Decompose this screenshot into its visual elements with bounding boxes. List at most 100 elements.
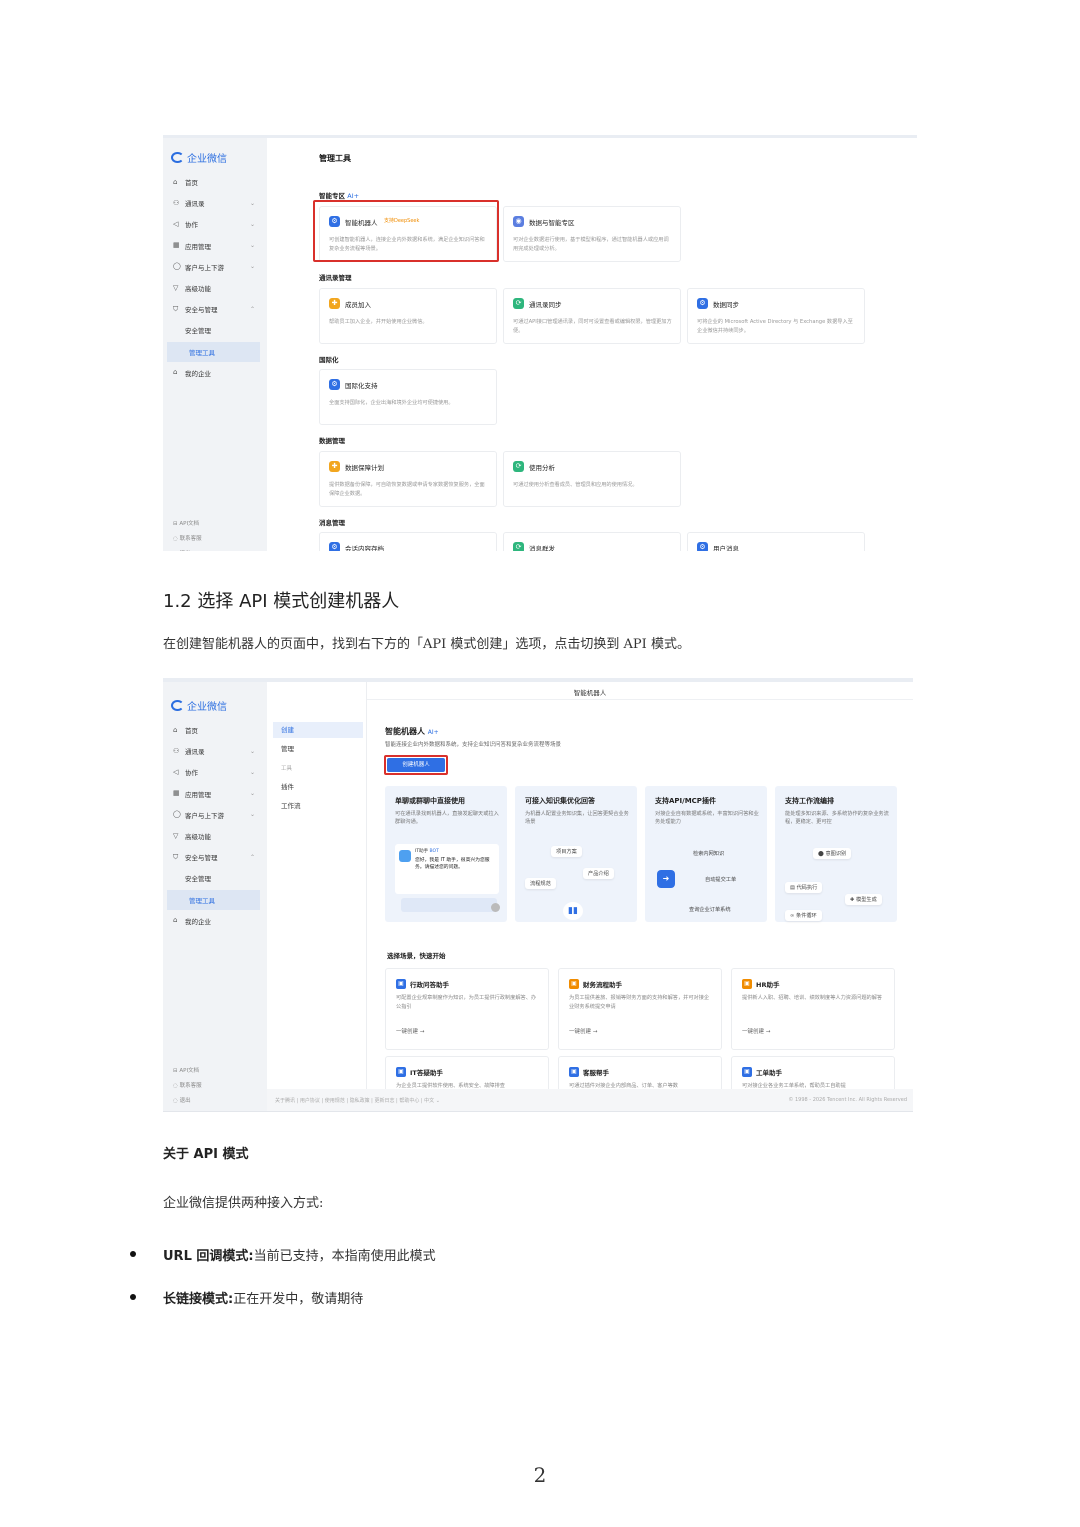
menu-workflow[interactable]: 工作流 (273, 798, 363, 814)
template-icon: ▣ (396, 1067, 406, 1077)
plugin-icon: ➜ (657, 870, 675, 888)
one-click-create-link[interactable]: 一键创建 → (742, 1027, 770, 1035)
chevron-icon: ⌄ (249, 220, 255, 228)
page-title: 管理工具 (319, 154, 351, 163)
tool-card[interactable]: ◉ 数据与智能专区 可对企业数据进行使用，基于模型和程序，通过智能机器人或应用调用完… (503, 206, 681, 262)
feature-card-knowledge: 可接入知识集优化回答 为机器人配置业务知识集，让回答更契合业务场景 项目方案 产… (515, 786, 637, 922)
sidebar-item[interactable]: ◯ 客户与上下游 ⌄ (163, 805, 267, 825)
kb-pill: 项目方案 (551, 846, 582, 857)
card-title: 数据同步 (713, 301, 739, 309)
nav-icon: ⚇ (173, 198, 180, 207)
sidebar-item[interactable]: ◁ 协作 ⌄ (163, 214, 267, 234)
sidebar-item[interactable]: ▽ 高级功能 (163, 278, 267, 298)
sidebar-item[interactable]: ▽ 高级功能 (163, 826, 267, 846)
card-desc: 可对企业数据进行使用，基于模型和程序，通过智能机器人或应用调用完成处理或分析。 (513, 237, 669, 252)
chart-icon: ⟳ (513, 461, 524, 472)
tool-card[interactable]: ⚙ 国际化支持全面支持国际化，企业出海和境外企业均可便捷使用。 (319, 369, 497, 425)
sidebar-item[interactable]: ▦ 应用管理 ⌄ (163, 236, 267, 256)
one-click-create-link[interactable]: 一键创建 → (396, 1027, 424, 1035)
bullet-dot (130, 1251, 136, 1257)
sidebar-item-label: 安全管理 (185, 875, 211, 884)
globe-icon: ⚙ (329, 379, 340, 390)
sidebar-item-label: 安全管理 (185, 327, 211, 336)
menu-create[interactable]: 创建 (273, 722, 363, 738)
sidebar-item[interactable]: ◁ 协作 ⌄ (163, 762, 267, 782)
nav-icon: ⚇ (173, 746, 180, 755)
tool-card[interactable]: ⚙ 数据同步 可将企业的 Microsoft Active Directory 与 … (687, 288, 865, 344)
scene-template-card[interactable]: ▣ HR助手 提供新人入职、招聘、培训、绩效制度等人力资源问题的解答 一键创建 → (731, 968, 895, 1050)
logo: 企业微信 (171, 698, 227, 713)
sidebar-item[interactable]: 管理工具 (167, 341, 260, 362)
sidebar-item[interactable]: ⚇ 通讯录 ⌄ (163, 741, 267, 761)
chat-input-bar (401, 898, 497, 912)
tool-card[interactable]: ⟳ 通讯录同步 可通过API接口管理通讯录，同时可设置查看或编辑权限，管理更加方便。 (503, 288, 681, 344)
sidebar-item-label: 通讯录 (185, 200, 205, 209)
api-docs-link[interactable]: ⊟ API文档 (173, 519, 199, 527)
screenshot-admin-tools: 企业微信 ⌂ 首页 ⚇ 通讯录 ⌄ ◁ 协作 ⌄ ▦ 应用管理 ⌄ ◯ 客户与上下游 ⌄ ▽ 高级功能 ⛉ 安全与… (163, 135, 917, 551)
nav-icon: ◁ (173, 767, 179, 776)
sidebar-item[interactable]: ⌂ 我的企业 (163, 911, 267, 931)
user-avatar (491, 903, 500, 912)
sidebar-item[interactable]: ⛉ 安全与管理 ⌃ (163, 299, 267, 319)
tool-card[interactable]: ⟳ 使用分析 可通过使用分析查看成员、管理员和应用的使用情况。 (503, 451, 681, 507)
bullet-item: 长链接模式:正在开发中，敬请期待 (163, 1292, 364, 1307)
nav-icon: ⌂ (173, 368, 178, 377)
card-desc: 全面支持国际化，企业出海和境外企业均可便捷使用。 (329, 400, 454, 406)
logout-link[interactable]: ◌ 退出 (173, 549, 191, 551)
card-title: 数据保障计划 (345, 464, 384, 472)
tool-card[interactable]: ✚ 数据保障计划 提供数据备份保障，可自助恢复数据或申请专家数据恢复服务，全面保障企… (319, 451, 497, 507)
card-title: 数据与智能专区 (529, 219, 575, 227)
footer-links[interactable]: 关于腾讯 | 用户协议 | 使用规范 | 隐私政策 | 更新日志 | 帮助中心 … (275, 1097, 440, 1104)
sidebar-item[interactable]: ⌂ 首页 (163, 172, 267, 192)
tool-card[interactable]: ⚙ 会话内容存档 (319, 532, 497, 551)
menu-manage[interactable]: 管理 (273, 741, 363, 757)
wecom-logo-icon (171, 152, 184, 163)
sidebar-item[interactable]: ◯ 客户与上下游 ⌄ (163, 257, 267, 277)
nav-icon: ⌂ (173, 177, 178, 186)
nav-icon: ⛉ (173, 852, 179, 861)
feature-card-api: 支持API/MCP插件 对接企业自有数据或系统，丰富知识问答和业务处理能力 ➜ … (645, 786, 767, 922)
sidebar-item-label: 客户与上下游 (185, 811, 224, 820)
tool-card[interactable]: ✚ 成员加入 帮助员工加入企业，并开始使用企业微信。 (319, 288, 497, 344)
sidebar-item-label: 我的企业 (185, 369, 211, 378)
sidebar-item[interactable]: 安全管理 (163, 320, 267, 340)
tool-card[interactable]: ⟳ 消息群发 (503, 532, 681, 551)
bot-avatar-icon (399, 850, 411, 862)
copyright: © 1998 - 2026 Tencent Inc. All Rights Re… (788, 1097, 907, 1103)
logo: 企业微信 (171, 150, 227, 165)
sidebar-item[interactable]: ⌂ 我的企业 (163, 363, 267, 383)
menu-plugins[interactable]: 插件 (273, 779, 363, 795)
one-click-create-link[interactable]: 一键创建 → (569, 1027, 597, 1035)
sidebar-item[interactable]: 管理工具 (167, 889, 260, 910)
tool-card[interactable]: ⚙ 用户消息 (687, 532, 865, 551)
chevron-icon: ⌄ (249, 790, 255, 798)
chevron-icon: ⌄ (249, 199, 255, 207)
scene-template-card[interactable]: ▣ 行政问答助手 可配置企业规章制度作为知识，为员工提供行政制度解答、办公指引 一键创… (385, 968, 549, 1050)
sidebar-item-label: 高级功能 (185, 833, 211, 841)
api-docs-link[interactable]: ⊟ API文档 (173, 1066, 199, 1074)
template-title: 工单助手 (756, 1069, 782, 1077)
scene-template-card[interactable]: ▣ 财务流程助手 为员工提供差旅、报销等财务方面的支持和解答，并可对接企业财务系统提… (558, 968, 722, 1050)
template-desc: 为员工提供差旅、报销等财务方面的支持和解答，并可对接企业财务系统提交申请 (569, 995, 710, 1010)
section-contacts: 通讯录管理 (319, 274, 352, 282)
card-title: 国际化支持 (345, 382, 378, 390)
logout-link[interactable]: ◌ 退出 (173, 1096, 191, 1104)
sidebar-item-label: 安全与管理 (185, 854, 218, 863)
sidebar-item-label: 管理工具 (189, 348, 215, 357)
contact-support-link[interactable]: ◌ 联系客服 (173, 534, 202, 542)
shield-icon: ✚ (329, 461, 340, 472)
sidebar-item[interactable]: ▦ 应用管理 ⌄ (163, 784, 267, 804)
template-title: 客服帮手 (583, 1069, 609, 1077)
nav-icon: ▽ (173, 831, 179, 840)
section-msg: 消息管理 (319, 519, 345, 527)
sidebar-item-label: 客户与上下游 (185, 263, 224, 272)
sidebar-item[interactable]: ⛉ 安全与管理 ⌃ (163, 847, 267, 867)
template-icon: ▣ (742, 979, 752, 989)
contact-support-link[interactable]: ◌ 联系客服 (173, 1081, 202, 1089)
sidebar-item[interactable]: ⚇ 通讯录 ⌄ (163, 193, 267, 213)
card-desc: 可将企业的 Microsoft Active Directory 与 Excha… (697, 319, 853, 334)
template-icon: ▣ (569, 1067, 579, 1077)
chevron-icon: ⌃ (249, 305, 255, 313)
sidebar-item[interactable]: ⌂ 首页 (163, 720, 267, 740)
sidebar-item[interactable]: 安全管理 (163, 868, 267, 888)
